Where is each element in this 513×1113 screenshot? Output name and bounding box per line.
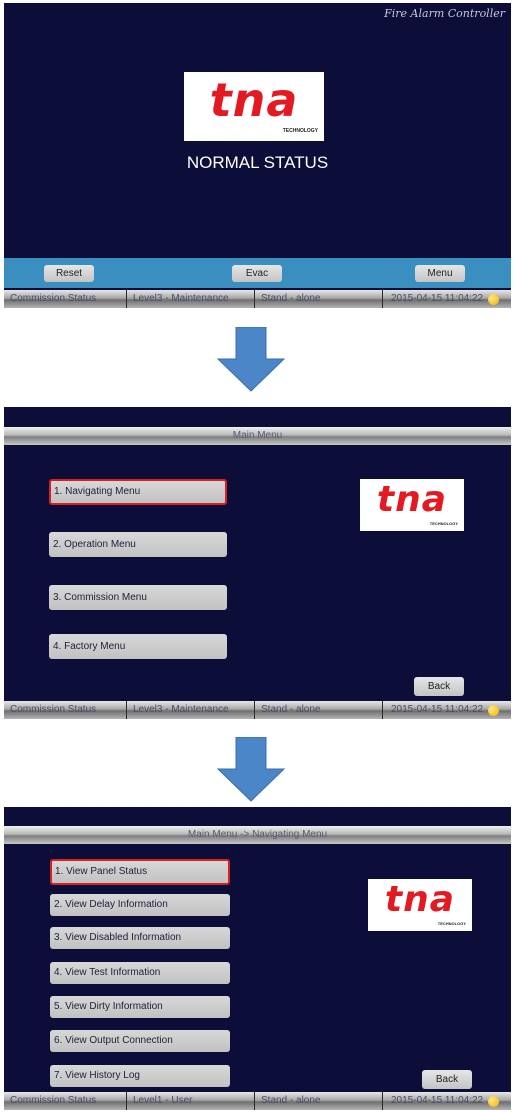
- status-network: Stand - alone: [255, 701, 383, 719]
- logo-word: tna: [376, 479, 448, 520]
- menu-item-view-history-log[interactable]: 7. View History Log: [50, 1065, 230, 1087]
- back-button[interactable]: Back: [414, 677, 464, 696]
- logo-word: tna: [209, 73, 299, 127]
- status-datetime: 2015-04-15 11:04:22: [383, 290, 511, 308]
- screen-normal-status: Fire Alarm Controller tna TECHNOLOGY NOR…: [4, 3, 511, 308]
- logo-word: tna: [384, 879, 456, 920]
- status-network: Stand - alone: [255, 290, 383, 308]
- title-bar: Main Menu: [4, 427, 511, 445]
- menu-item-view-panel-status[interactable]: 1. View Panel Status: [50, 859, 230, 885]
- status-bar: Commission Status Level3 - Maintenance S…: [4, 290, 511, 308]
- logo-tagline: TECHNOLOGY: [437, 921, 466, 926]
- arrow-down-icon: [216, 327, 286, 392]
- status-datetime: 2015-04-15 11:04:22: [383, 1092, 511, 1110]
- status-bar: Commission Status Level3 - Maintenance S…: [4, 701, 511, 719]
- datetime-text: 2015-04-15 11:04:22: [391, 1095, 484, 1106]
- status-mode: Commission Status: [4, 290, 127, 308]
- menu-item-view-delay-information[interactable]: 2. View Delay Information: [50, 894, 230, 916]
- menu-item-view-output-connection[interactable]: 6. View Output Connection: [50, 1030, 230, 1052]
- menu-item-view-test-information[interactable]: 4. View Test Information: [50, 962, 230, 984]
- title-bar: Main Menu -> Navigating Menu: [4, 826, 511, 844]
- screen-navigating-menu: Main Menu -> Navigating Menu 1. View Pan…: [4, 807, 511, 1110]
- tna-logo: tna TECHNOLOGY: [184, 72, 324, 141]
- menu-button[interactable]: Menu: [415, 265, 465, 282]
- reset-button[interactable]: Reset: [44, 265, 94, 282]
- status-level: Level3 - Maintenance: [127, 701, 255, 719]
- menu-item-navigating[interactable]: 1. Navigating Menu: [49, 479, 227, 505]
- status-datetime: 2015-04-15 11:04:22: [383, 701, 511, 719]
- status-mode: Commission Status: [4, 1092, 127, 1110]
- status-indicator-icon: [488, 704, 500, 716]
- menu-item-factory[interactable]: 4. Factory Menu: [49, 634, 227, 659]
- datetime-text: 2015-04-15 11:04:22: [391, 704, 484, 715]
- tna-logo: tna TECHNOLOGY: [368, 879, 472, 931]
- tna-logo: tna TECHNOLOGY: [360, 479, 464, 531]
- status-level: Level3 - Maintenance: [127, 290, 255, 308]
- screen-main-menu: Main Menu 1. Navigating Menu 2. Operatio…: [4, 407, 511, 719]
- header-brand: Fire Alarm Controller: [384, 7, 505, 20]
- menu-item-view-dirty-information[interactable]: 5. View Dirty Information: [50, 996, 230, 1018]
- logo-tagline: TECHNOLOGY: [282, 128, 318, 134]
- back-button[interactable]: Back: [422, 1070, 472, 1089]
- status-mode: Commission Status: [4, 701, 127, 719]
- normal-status-text: NORMAL STATUS: [186, 153, 329, 172]
- arrow-down-icon: [216, 737, 286, 802]
- status-network: Stand - alone: [255, 1092, 383, 1110]
- button-bar: Reset Evac Menu: [4, 258, 511, 288]
- logo-tagline: TECHNOLOGY: [429, 521, 458, 526]
- status-indicator-icon: [488, 1095, 500, 1107]
- datetime-text: 2015-04-15 11:04:22: [391, 293, 484, 304]
- menu-item-commission[interactable]: 3. Commission Menu: [49, 585, 227, 610]
- status-bar: Commission Status Level1 - User Stand - …: [4, 1092, 511, 1110]
- evac-button[interactable]: Evac: [232, 265, 282, 282]
- status-level: Level1 - User: [127, 1092, 255, 1110]
- menu-item-view-disabled-information[interactable]: 3. View Disabled Information: [50, 927, 230, 949]
- status-indicator-icon: [488, 293, 500, 305]
- menu-item-operation[interactable]: 2. Operation Menu: [49, 532, 227, 557]
